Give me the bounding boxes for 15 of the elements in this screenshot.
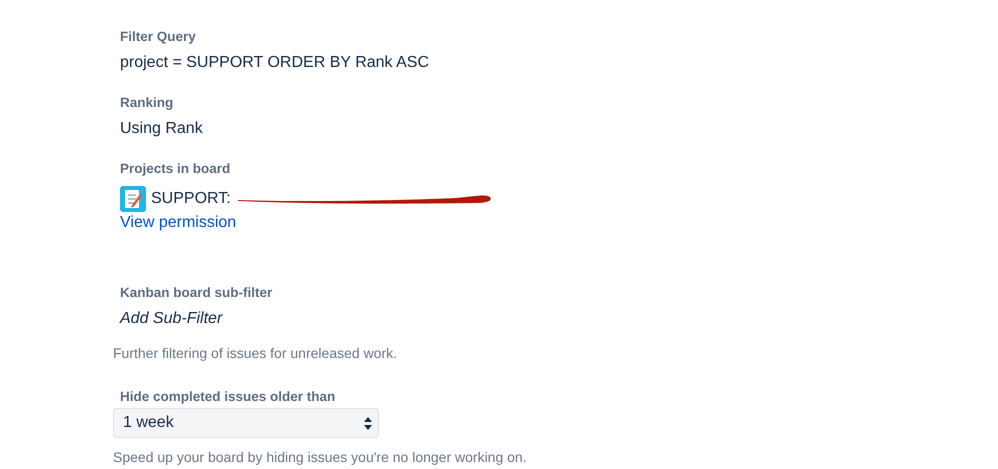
field-label: Hide completed issues older than <box>120 388 336 406</box>
field-label: Projects in board <box>120 160 230 178</box>
sort-arrows-icon <box>364 416 372 430</box>
notepad-icon <box>120 186 146 212</box>
help-text: Further filtering of issues for unreleased work. <box>113 344 398 362</box>
field-label: Kanban board sub-filter <box>120 284 272 302</box>
field-label: Ranking <box>120 94 174 112</box>
project-name: SUPPORT: <box>151 189 231 209</box>
view-permission-link[interactable]: View permission <box>120 212 236 234</box>
help-text: Speed up your board by hiding issues you're no longer working on. <box>113 448 527 466</box>
period-select[interactable]: 1 week <box>113 408 379 438</box>
field-value: project = SUPPORT ORDER BY Rank ASC <box>120 53 430 73</box>
field-label: Filter Query <box>120 28 196 46</box>
field-value: Using Rank <box>120 119 203 139</box>
add-sub-filter-link[interactable]: Add Sub-Filter <box>120 308 222 330</box>
